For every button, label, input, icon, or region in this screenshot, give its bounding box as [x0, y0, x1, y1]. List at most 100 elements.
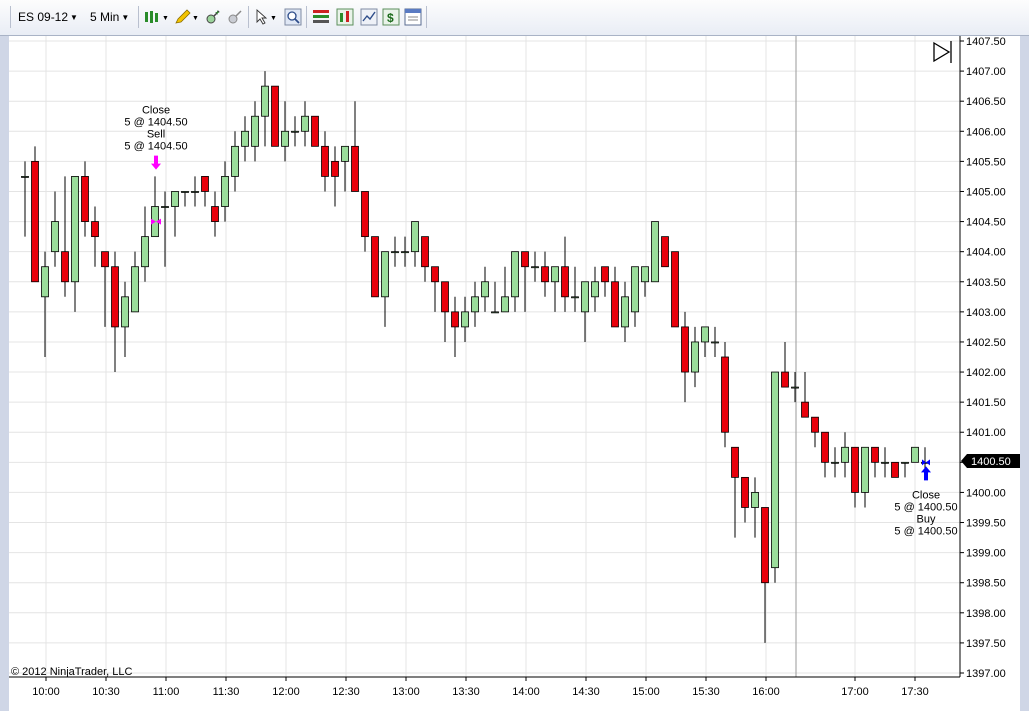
candle-up	[861, 446, 869, 493]
svg-text:▼: ▼	[270, 15, 277, 22]
window-frame-left	[0, 36, 9, 711]
candle-up	[581, 281, 589, 313]
candle-down	[521, 251, 529, 268]
candle-up	[241, 130, 249, 147]
candle-down	[541, 266, 549, 283]
candle-up	[551, 266, 559, 283]
price-tick-label: 1400.00	[966, 487, 1006, 499]
candle-down	[31, 160, 39, 283]
candle-up	[221, 176, 229, 207]
price-tick-label: 1401.00	[966, 427, 1006, 439]
time-tick-label: 10:30	[92, 686, 120, 698]
candle-up	[461, 311, 469, 328]
candle-up	[121, 296, 129, 328]
candle-down	[201, 176, 209, 192]
price-tick-label: 1397.50	[966, 638, 1006, 650]
price-tick-label: 1404.00	[966, 247, 1006, 259]
price-tick-label: 1407.00	[966, 66, 1006, 78]
cursor-icon[interactable]: ▼	[254, 8, 280, 26]
bar-type-icon[interactable]: ▼	[144, 8, 170, 26]
candle-up	[71, 176, 79, 283]
candle-down	[821, 431, 829, 463]
toolbar-separator	[248, 6, 249, 28]
properties-icon[interactable]	[404, 8, 422, 26]
zoom-out-icon[interactable]	[226, 8, 244, 26]
chart-toolbar: ES 09-12 ▼ 5 Min ▼ ▼ ▼ + ▼ $	[0, 0, 1029, 36]
toolbar-separator	[306, 6, 307, 28]
buy-annotation-text: 5 @ 1400.50	[894, 525, 957, 537]
candle-down	[111, 266, 119, 328]
candle-up	[391, 251, 399, 254]
sell-annotation-text: Close	[142, 105, 170, 117]
price-tick-label: 1405.00	[966, 186, 1006, 198]
dollar-icon[interactable]: $	[382, 8, 400, 26]
price-tick-label: 1398.00	[966, 608, 1006, 620]
price-tick-label: 1407.50	[966, 36, 1006, 48]
time-tick-label: 12:00	[272, 686, 300, 698]
candle-up	[21, 176, 29, 178]
buy-annotation-text: Buy	[917, 513, 936, 525]
window-frame-right	[1020, 36, 1029, 711]
sell-annotation-text: Sell	[147, 129, 165, 141]
candle-up	[701, 326, 709, 343]
candle-up	[491, 311, 499, 314]
candle-up	[511, 251, 519, 298]
candle-up	[571, 296, 579, 299]
candle-down	[91, 221, 99, 238]
time-tick-label: 15:00	[632, 686, 660, 698]
candle-down	[431, 266, 439, 283]
current-price-label: 1400.50	[971, 456, 1011, 468]
candle-down	[761, 507, 769, 584]
time-tick-label: 16:00	[752, 686, 780, 698]
time-tick-label: 17:00	[841, 686, 869, 698]
candle-up	[171, 191, 179, 207]
price-tick-label: 1402.00	[966, 367, 1006, 379]
time-tick-label: 14:00	[512, 686, 540, 698]
price-tick-label: 1399.50	[966, 518, 1006, 530]
candle-up	[281, 130, 289, 147]
candle-up	[181, 191, 189, 193]
price-chart[interactable]: 10:00 10:30 11:00 11:30 12:00 12:30 13:00 13:30…	[9, 36, 1020, 711]
indicators-icon[interactable]	[336, 8, 354, 26]
candle-down	[811, 416, 819, 433]
toolbar-separator	[138, 6, 139, 28]
sell-annotation-text: 5 @ 1404.50	[124, 141, 187, 153]
data-series-icon[interactable]	[312, 8, 330, 26]
candle-down	[451, 311, 459, 328]
candle-down	[661, 236, 669, 268]
price-tick-label: 1406.50	[966, 96, 1006, 108]
candle-down	[871, 446, 879, 463]
candle-down	[211, 206, 219, 222]
candle-up	[691, 341, 699, 373]
copyright-text: © 2012 NinjaTrader, LLC	[11, 666, 132, 678]
pencil-draw-icon[interactable]: ▼	[174, 8, 200, 26]
candle-up	[831, 461, 839, 464]
candle-down	[851, 446, 859, 493]
chevron-down-icon: ▼	[121, 12, 130, 22]
price-tick-label: 1402.50	[966, 337, 1006, 349]
candle-up	[411, 221, 419, 253]
price-tick-label: 1397.00	[966, 668, 1006, 680]
time-tick-label: 11:00	[153, 686, 180, 698]
interval-selector[interactable]: 5 Min ▼	[90, 7, 129, 27]
candle-down	[311, 115, 319, 147]
candle-down	[741, 476, 749, 508]
zoom-in-icon[interactable]: +	[204, 8, 222, 26]
buy-annotation-text: Close	[912, 489, 940, 501]
candle-down	[801, 401, 809, 418]
price-tick-label: 1403.00	[966, 307, 1006, 319]
candle-up	[751, 492, 759, 508]
time-tick-label: 11:30	[213, 686, 240, 698]
candle-up	[501, 296, 509, 313]
time-tick-label: 12:30	[332, 686, 360, 698]
price-tick-label: 1403.50	[966, 277, 1006, 289]
candle-down	[601, 266, 609, 283]
candle-up	[341, 145, 349, 162]
candle-down	[441, 281, 449, 313]
magnifier-icon[interactable]	[284, 8, 302, 26]
strategies-icon[interactable]	[360, 8, 378, 26]
instrument-selector[interactable]: ES 09-12 ▼	[18, 7, 78, 27]
candle-up	[401, 251, 409, 254]
candle-up	[631, 266, 639, 313]
candle-up	[381, 251, 389, 298]
